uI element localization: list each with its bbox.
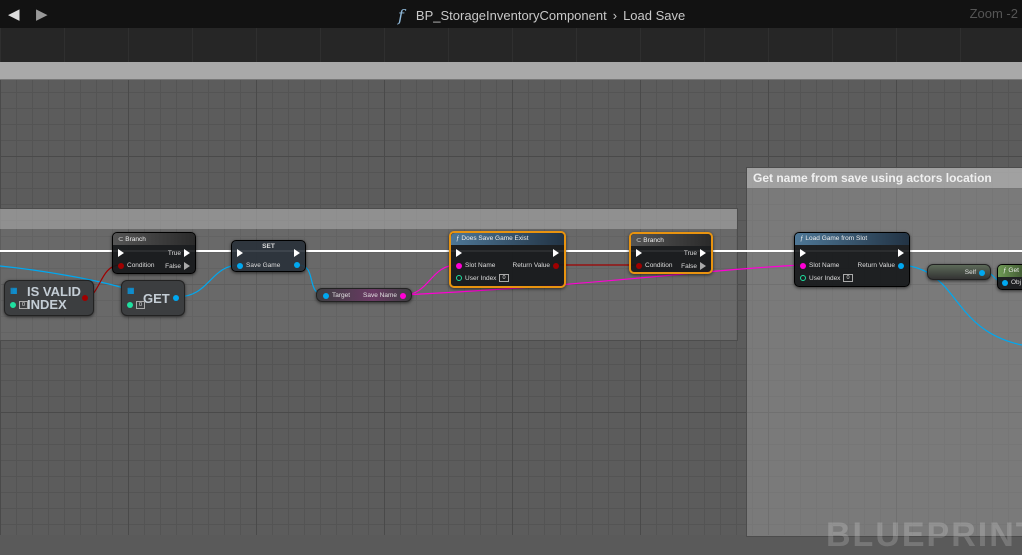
array-icon: ▦ bbox=[127, 286, 135, 295]
condition-pin[interactable] bbox=[636, 262, 642, 269]
exec-false-pin[interactable] bbox=[700, 262, 706, 270]
chevron-right-icon: › bbox=[612, 8, 618, 23]
array-icon: ▦ bbox=[10, 286, 18, 295]
save-name-getter-node[interactable]: Target Save Name bbox=[316, 288, 412, 302]
graph-breadcrumb-bar: ◀ ▶ f BP_StorageInventoryComponent › Loa… bbox=[0, 0, 1022, 28]
save-game-in-pin[interactable] bbox=[237, 262, 243, 269]
pin-label: Target bbox=[332, 292, 351, 299]
back-arrow-icon[interactable]: ◀ bbox=[8, 5, 20, 23]
pin-label: Save Name bbox=[363, 292, 397, 299]
exec-out-pin[interactable] bbox=[898, 249, 904, 257]
breadcrumb-function[interactable]: Load Save bbox=[623, 8, 685, 23]
function-icon: f bbox=[398, 6, 404, 25]
pin-label: User Index bbox=[465, 274, 497, 282]
node-title: Load Game from Slot bbox=[805, 235, 868, 242]
exec-false-pin[interactable] bbox=[184, 262, 190, 270]
user-index-pin[interactable] bbox=[800, 275, 806, 281]
node-title: GET bbox=[143, 291, 170, 306]
pin-label: True bbox=[683, 249, 697, 257]
pin-label: Condition bbox=[127, 262, 155, 269]
self-pin[interactable] bbox=[979, 269, 985, 276]
zoom-level: Zoom -2 bbox=[969, 6, 1018, 21]
exec-in-pin[interactable] bbox=[456, 249, 462, 257]
pin-label: User Index bbox=[809, 274, 841, 282]
exec-out-pin[interactable] bbox=[294, 249, 300, 257]
user-index-field[interactable]: 0 bbox=[499, 274, 509, 282]
exec-in-pin[interactable] bbox=[800, 249, 806, 257]
user-index-pin[interactable] bbox=[456, 275, 462, 281]
exec-in-pin[interactable] bbox=[118, 249, 124, 257]
exec-in-pin[interactable] bbox=[636, 249, 642, 257]
pin-label: False bbox=[165, 262, 181, 270]
pin-label: Obj bbox=[1011, 279, 1022, 286]
target-pin[interactable] bbox=[323, 292, 329, 299]
branch-node[interactable]: ⊂ Branch True Condition False bbox=[629, 232, 713, 274]
breadcrumb-blueprint[interactable]: BP_StorageInventoryComponent bbox=[416, 8, 607, 23]
bool-out-pin[interactable] bbox=[82, 295, 88, 301]
item-out-pin[interactable] bbox=[173, 295, 179, 301]
does-save-game-exist-node[interactable]: ƒ Does Save Game Exist Slot Name Return … bbox=[449, 231, 566, 288]
branch-node[interactable]: ⊂ Branch True Condition False bbox=[112, 232, 196, 274]
pin-label: False bbox=[681, 262, 697, 270]
node-title: Branch bbox=[643, 237, 664, 244]
node-title: IS VALID INDEX bbox=[27, 284, 81, 312]
pin-label: Condition bbox=[645, 262, 673, 269]
pin-label: Self bbox=[964, 269, 976, 276]
index-field[interactable]: 0 bbox=[19, 301, 29, 309]
is-valid-index-node[interactable]: ▦ IS VALID INDEX 0 bbox=[4, 280, 94, 316]
save-game-out-pin[interactable] bbox=[294, 262, 300, 268]
exec-true-pin[interactable] bbox=[184, 249, 190, 257]
set-node[interactable]: SET Save Game bbox=[231, 240, 306, 272]
slot-name-pin[interactable] bbox=[800, 262, 806, 269]
condition-pin[interactable] bbox=[118, 262, 124, 269]
node-title: Branch bbox=[125, 236, 146, 243]
forward-arrow-icon[interactable]: ▶ bbox=[36, 5, 48, 23]
node-title: Get bbox=[1008, 267, 1019, 274]
pin-label: Slot Name bbox=[465, 262, 496, 269]
get-function-node[interactable]: ƒ Get Obj bbox=[997, 264, 1022, 290]
slot-name-pin[interactable] bbox=[456, 262, 462, 269]
node-title: Does Save Game Exist bbox=[461, 235, 529, 242]
pin-label: Save Game bbox=[246, 262, 281, 269]
pin-label: Return Value bbox=[857, 262, 895, 269]
index-pin[interactable] bbox=[127, 302, 133, 308]
exec-true-pin[interactable] bbox=[700, 249, 706, 257]
return-value-pin[interactable] bbox=[553, 262, 559, 269]
index-field[interactable]: 0 bbox=[136, 301, 146, 309]
pin-label: True bbox=[167, 249, 181, 257]
get-node[interactable]: ▦ GET 0 bbox=[121, 280, 185, 316]
exec-in-pin[interactable] bbox=[237, 249, 243, 257]
breadcrumb: f BP_StorageInventoryComponent › Load Sa… bbox=[398, 6, 685, 25]
pin-label: Slot Name bbox=[809, 262, 840, 269]
exec-out-pin[interactable] bbox=[553, 249, 559, 257]
load-game-from-slot-node[interactable]: ƒ Load Game from Slot Slot Name Return V… bbox=[794, 232, 910, 287]
object-pin[interactable] bbox=[1002, 279, 1008, 286]
self-node[interactable]: Self bbox=[927, 264, 991, 280]
index-pin[interactable] bbox=[10, 302, 16, 308]
save-name-pin[interactable] bbox=[400, 292, 406, 299]
return-value-pin[interactable] bbox=[898, 262, 904, 269]
pin-label: Return Value bbox=[512, 262, 550, 269]
user-index-field[interactable]: 0 bbox=[843, 274, 853, 282]
